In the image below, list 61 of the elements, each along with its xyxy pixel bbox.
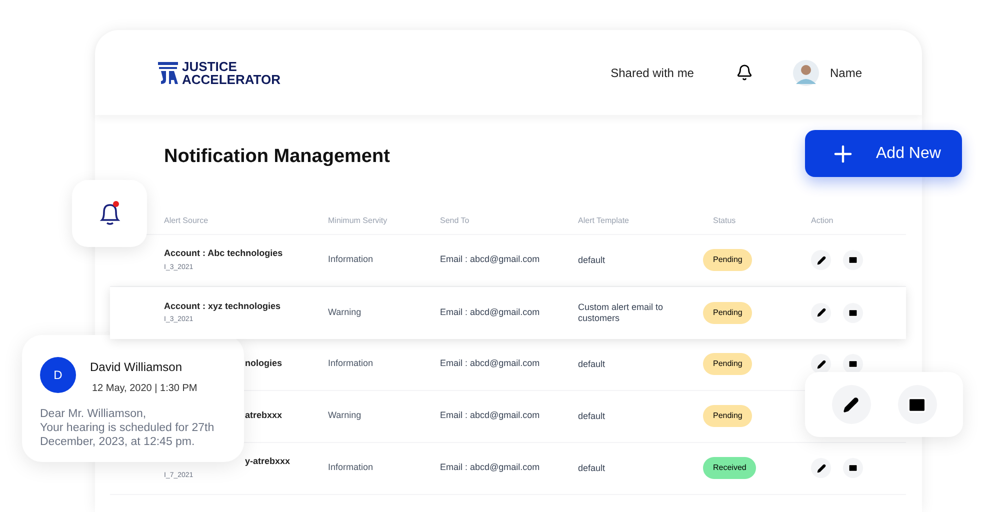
column-header: Status <box>713 214 736 226</box>
alert-template: default <box>578 410 606 422</box>
logo-text: ACCELERATOR <box>182 72 280 86</box>
email-button[interactable] <box>898 385 936 424</box>
logo-text: JUSTICE <box>182 60 238 72</box>
pencil-icon <box>816 308 826 317</box>
envelope-icon <box>848 308 858 318</box>
status-badge: Pending <box>703 405 752 427</box>
pencil-icon <box>816 464 826 472</box>
severity: Warning <box>328 409 362 422</box>
envelope-icon <box>848 255 858 265</box>
edit-button[interactable] <box>811 302 831 322</box>
column-header: Action <box>811 214 834 226</box>
add-new-button[interactable]: Add New <box>805 130 962 177</box>
column-header: Alert Template <box>578 214 629 226</box>
pencil-icon <box>816 256 826 264</box>
send-to: Email : abcd@gmail.com <box>440 357 540 370</box>
alert-source: y-atrebxxx <box>245 455 290 468</box>
alert-template: default <box>578 254 606 266</box>
edit-button[interactable] <box>811 458 831 478</box>
email-button[interactable] <box>843 302 863 322</box>
user-name: Name <box>830 64 862 82</box>
column-header: Alert Source <box>164 214 208 226</box>
page-title: Notification Management <box>164 145 390 169</box>
alert-template: Custom alert email to customers <box>578 302 664 324</box>
avatar[interactable] <box>792 60 819 86</box>
alert-source: atrebxxx <box>245 409 282 422</box>
edit-button[interactable] <box>811 354 831 374</box>
pencil-icon <box>816 360 826 368</box>
pillar-icon <box>158 60 178 84</box>
status-badge: Received <box>703 457 756 479</box>
avatar: D <box>40 357 76 393</box>
envelope-icon <box>907 394 927 414</box>
email-button[interactable] <box>843 354 863 374</box>
email-button[interactable] <box>843 250 863 270</box>
status-badge: Pending <box>703 302 752 324</box>
column-header: Minimum Servity <box>328 214 388 226</box>
alert-source: nologies <box>245 357 282 370</box>
bell-icon[interactable] <box>736 64 753 81</box>
alert-template: default <box>578 358 606 370</box>
pencil-icon <box>843 396 859 412</box>
send-to: Email : abcd@gmail.com <box>440 306 540 319</box>
alert-template: default <box>578 462 606 474</box>
shared-link[interactable]: Shared with me <box>610 64 694 82</box>
send-to: Email : abcd@gmail.com <box>440 253 540 266</box>
alert-source: Account : xyz technologies <box>164 300 281 313</box>
severity: Information <box>328 357 374 370</box>
envelope-icon <box>848 359 858 369</box>
edit-button[interactable] <box>832 385 870 424</box>
status-badge: Pending <box>703 353 752 375</box>
envelope-icon <box>848 463 858 473</box>
column-header: Send To <box>440 214 470 226</box>
send-to: Email : abcd@gmail.com <box>440 409 540 422</box>
severity: Information <box>328 461 374 474</box>
status-badge: Pending <box>703 249 752 271</box>
severity: Warning <box>328 306 362 319</box>
severity: Information <box>328 253 374 266</box>
send-to: Email : abcd@gmail.com <box>440 461 540 474</box>
alert-source: Account : Abc technologies <box>164 247 283 260</box>
email-button[interactable] <box>843 458 863 478</box>
edit-button[interactable] <box>811 250 831 270</box>
